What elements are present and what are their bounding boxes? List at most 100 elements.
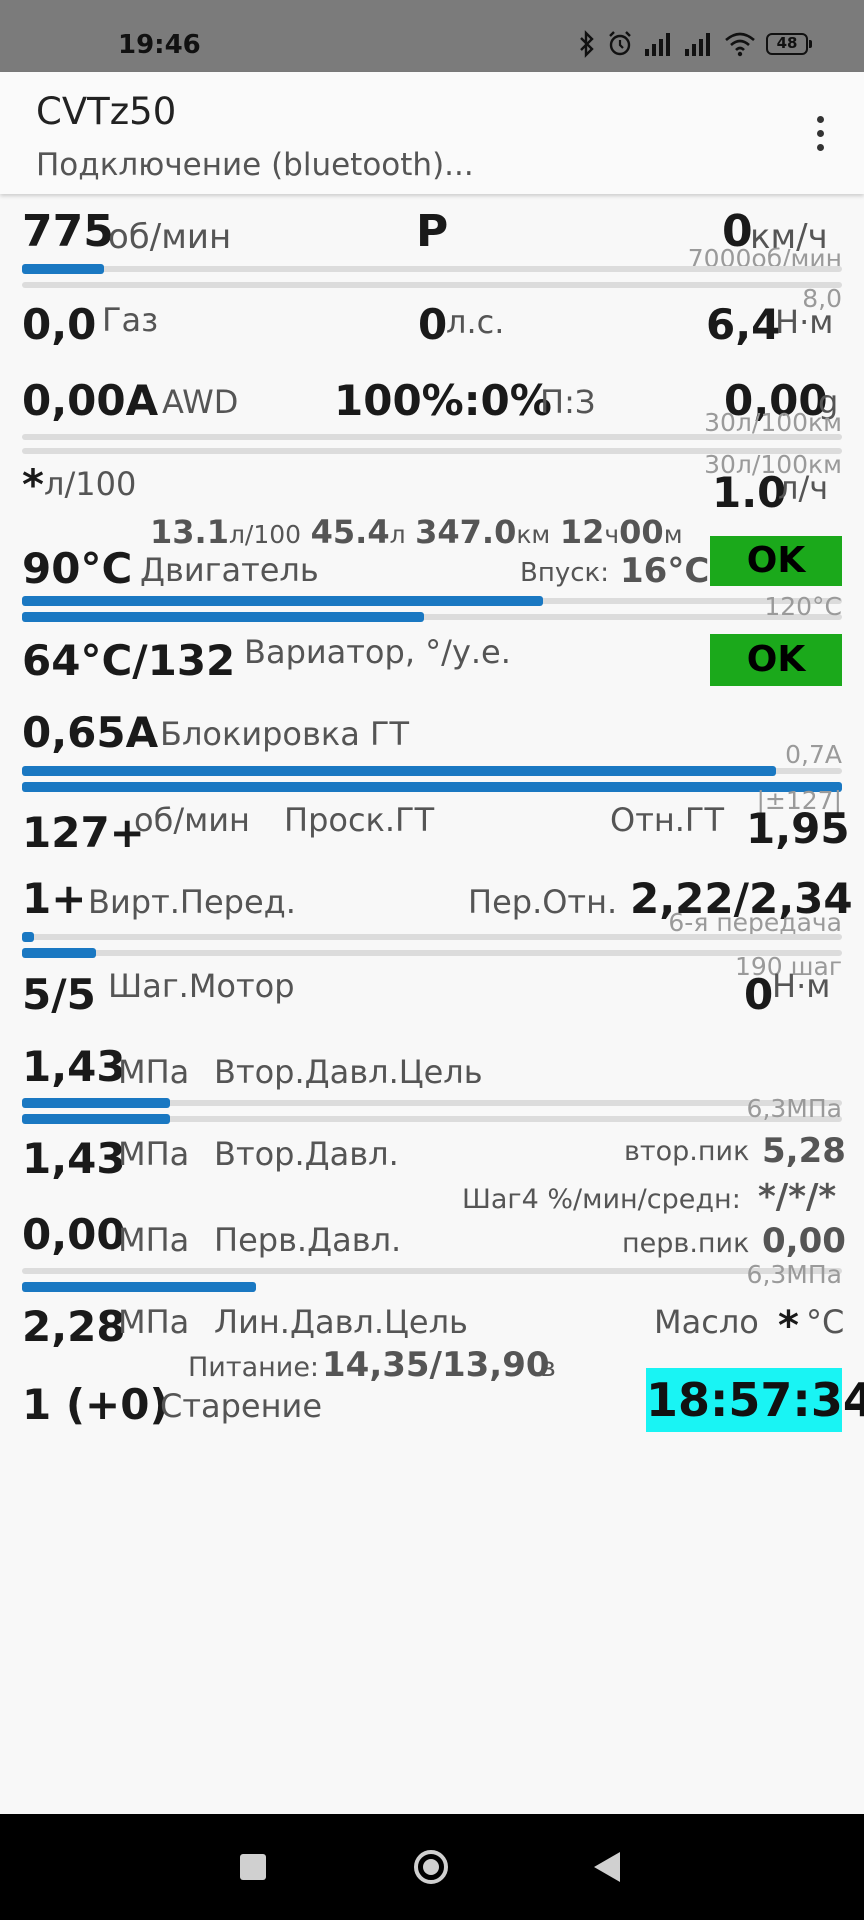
engine-temp-value: 90°C: [22, 544, 133, 593]
aging-label: Старение: [160, 1387, 322, 1425]
torque-value: 6,4: [706, 300, 781, 349]
prim-pressure-scale: 6,3МПа: [746, 1260, 842, 1289]
vgear-bar-track-2: [22, 950, 842, 956]
vgear-bar-2: [22, 948, 96, 958]
rpm-bar: [22, 264, 104, 274]
lockup-current: 0,65A: [22, 708, 159, 757]
line-pressure-label: Лин.Давл.Цель: [214, 1303, 468, 1341]
home-button[interactable]: [414, 1850, 448, 1884]
intake-temp: 16°C: [620, 551, 710, 591]
trip-minutes: 00: [619, 513, 664, 551]
throttle-value: 0,0: [22, 300, 97, 349]
fuel-scale-1: 30л/100км: [704, 408, 842, 437]
bluetooth-icon: [580, 30, 594, 58]
alarm-icon: [609, 31, 631, 56]
engine-scale: 120°C: [764, 592, 842, 621]
intake-label: Впуск:: [520, 558, 609, 588]
prim-peak-label: перв.пик: [622, 1228, 750, 1259]
awd-ratio: 100%:0%: [334, 376, 552, 425]
tc-ratio-value: 1,95: [746, 804, 850, 853]
slip-unit: об/мин: [134, 801, 250, 839]
trip-avg-unit: л/100: [228, 520, 302, 549]
prim-pressure-label: Перв.Давл.: [214, 1221, 402, 1259]
sec-peak-value: 5,28: [762, 1131, 846, 1171]
wifi-icon: [725, 32, 755, 57]
trip-distance-unit: км: [516, 520, 551, 549]
dashboard: 775 об/мин P 0 км/ч 7000об/мин 8,0 0,0 Г…: [0, 194, 864, 1814]
engine-status-badge: OK: [710, 536, 842, 586]
throttle-label: Газ: [102, 301, 159, 339]
cvt-temp-label: Вариатор, °/у.е.: [244, 633, 511, 671]
cvt-status-badge: OK: [710, 634, 842, 686]
awd-ratio-label: П:З: [540, 383, 596, 421]
app-title: CVTz50: [36, 90, 177, 133]
lockup-scale: 0,7A: [785, 740, 842, 769]
oil-temp-value: *: [778, 1303, 799, 1349]
lockup-label: Блокировка ГТ: [160, 715, 410, 753]
rpm-bar-track-2: [22, 282, 842, 288]
status-icons: 48: [578, 28, 812, 60]
gear-scale: 6-я передача: [668, 908, 842, 937]
torque-unit: Н·м: [775, 303, 834, 341]
rpm-unit: об/мин: [108, 217, 232, 257]
status-bar: 19:46 48: [0, 0, 864, 72]
fuel-instant-value: *: [22, 460, 44, 509]
signal-icon-2: [685, 33, 710, 56]
battery-icon: 48: [766, 33, 812, 55]
sec-target-value: 1,43: [22, 1042, 126, 1091]
status-time: 19:46: [118, 30, 201, 60]
engine-temp-label: Двигатель: [140, 551, 319, 589]
trip-minutes-unit: м: [663, 520, 683, 549]
back-button[interactable]: [594, 1852, 620, 1882]
vgear-bar: [22, 932, 34, 942]
recents-button[interactable]: [240, 1854, 266, 1880]
app-bar: CVTz50 Подключение (bluetooth)...: [0, 72, 864, 194]
rpm-value: 775: [22, 206, 114, 257]
prim-bar-track: [22, 1268, 842, 1274]
tc-ratio-label: Отн.ГТ: [610, 801, 724, 839]
step-torque-value: 0: [744, 970, 774, 1019]
sec-target-bar-2: [22, 1114, 170, 1124]
prim-pressure-value: 0,00: [22, 1210, 126, 1259]
gear-indicator: P: [416, 206, 449, 257]
sec-pressure-label: Втор.Давл.: [214, 1135, 399, 1173]
line-pressure-unit: МПа: [118, 1303, 190, 1341]
awd-label: AWD: [162, 383, 239, 421]
step-motor-label: Шаг.Мотор: [108, 967, 295, 1005]
sec-pressure-scale: 6,3МПа: [746, 1094, 842, 1123]
trip-fuel-unit: л: [389, 520, 406, 549]
power-label: Питание:: [188, 1352, 320, 1383]
oil-temp-unit: °C: [806, 1303, 845, 1341]
power-unit: в: [540, 1352, 556, 1383]
trip-distance: 347.0: [415, 513, 517, 551]
step4-value: */*/*: [758, 1177, 837, 1217]
overflow-menu-button[interactable]: [800, 110, 840, 158]
hp-value: 0: [418, 300, 448, 349]
trip-summary: 13.1л/100 45.4л 347.0км 12ч00м: [150, 516, 683, 549]
clock-display: 18:57:34: [646, 1368, 864, 1432]
engine-bar: [22, 596, 543, 606]
sec-pressure-unit: МПа: [118, 1135, 190, 1173]
sec-target-label: Втор.Давл.Цель: [214, 1053, 483, 1091]
prim-peak-value: 0,00: [762, 1221, 846, 1261]
fuel-hourly-unit: л/ч: [778, 469, 829, 507]
signal-icon: [645, 33, 670, 56]
power-value: 14,35/13,90: [322, 1345, 550, 1385]
prim-pressure-unit: МПа: [118, 1221, 190, 1259]
engine-bar-2: [22, 612, 424, 622]
aging-value: 1 (+0): [22, 1380, 169, 1429]
step-motor-value: 5/5: [22, 970, 96, 1019]
gear-ratio-label: Пер.Отн.: [468, 883, 618, 921]
cvt-temp-value: 64°C/132: [22, 636, 236, 685]
vgear-bar-track: [22, 934, 842, 940]
step-torque-unit: Н·м: [772, 967, 831, 1005]
trip-fuel: 45.4: [310, 513, 390, 551]
navigation-bar: [0, 1814, 864, 1920]
trip-hours: 12: [559, 513, 605, 551]
line-pressure-value: 2,28: [22, 1302, 126, 1351]
fuel-hourly-value: 1.0: [712, 468, 787, 517]
virtual-gear-value: 1+: [22, 874, 87, 923]
trip-avg: 13.1: [150, 513, 229, 551]
sec-target-unit: МПа: [118, 1053, 190, 1091]
lockup-bar-2: [22, 782, 842, 792]
